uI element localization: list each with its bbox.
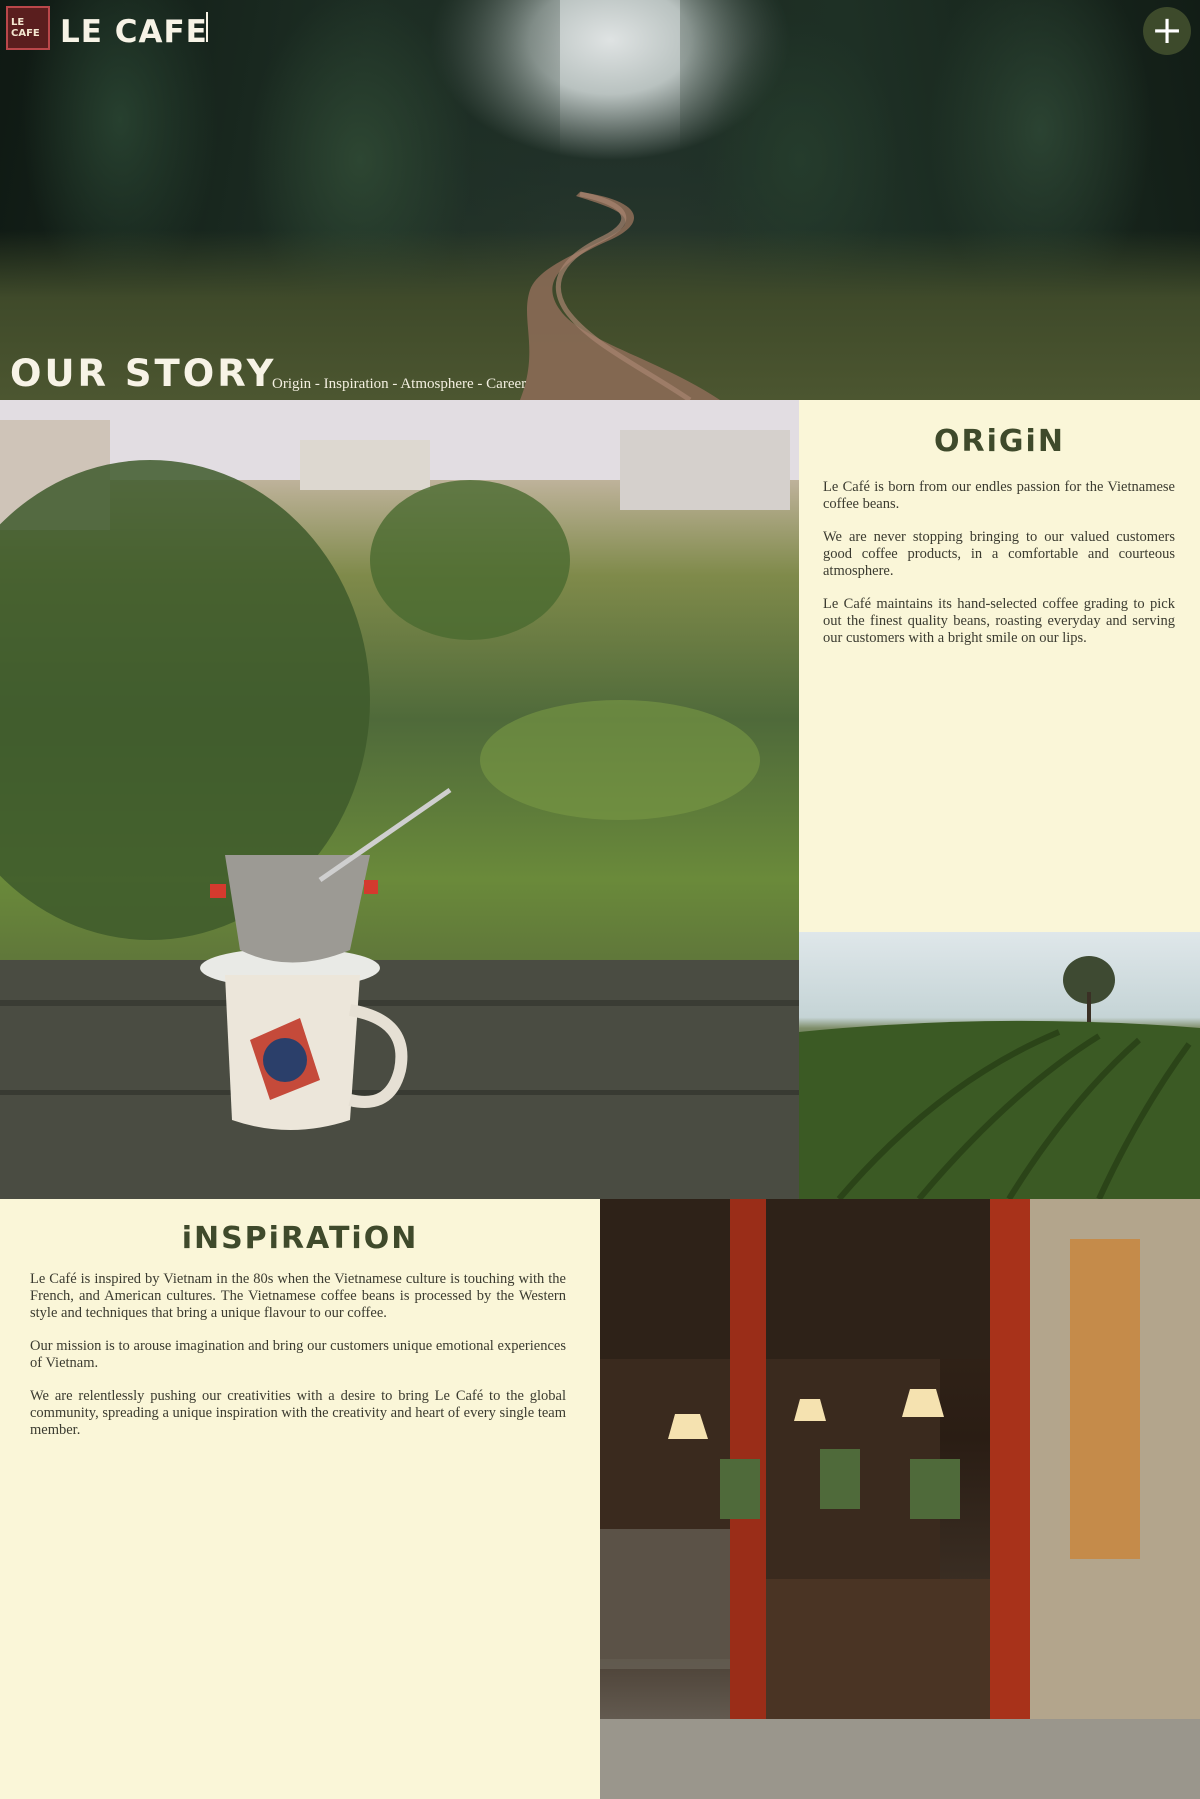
origin-section: ORiGiN Le Café is born from our endles p… — [799, 400, 1200, 932]
nav-separator: - — [311, 376, 324, 392]
origin-paragraph: Le Café maintains its hand-selected coff… — [823, 596, 1175, 646]
coffee-scene-illustration — [0, 400, 799, 1199]
nav-link-atmosphere[interactable]: Atmosphere — [400, 376, 473, 392]
logo-mark[interactable]: LE CAFE — [6, 6, 50, 50]
tea-field-photo — [799, 932, 1200, 1199]
text-cursor — [206, 12, 208, 42]
logo-text[interactable]: LE CAFE — [60, 14, 208, 50]
page-title: OUR STORY — [10, 352, 277, 395]
nav-link-career[interactable]: Career — [486, 376, 526, 392]
inspiration-heading: iNSPiRATiON — [181, 1221, 419, 1256]
nav-separator: - — [388, 376, 401, 392]
inspiration-text: Le Café is inspired by Vietnam in the 80… — [30, 1271, 566, 1455]
origin-text: Le Café is born from our endles passion … — [823, 479, 1175, 663]
coffee-filter-photo — [0, 400, 799, 1199]
nav-link-inspiration[interactable]: Inspiration — [324, 376, 389, 392]
origin-paragraph: Le Café is born from our endles passion … — [823, 479, 1175, 512]
hero-banner: LE CAFE LE CAFE + OUR STORY Origin - Ins… — [0, 0, 1200, 400]
nav-separator: - — [473, 376, 487, 392]
section-nav: Origin - Inspiration - Atmosphere - Care… — [272, 376, 526, 393]
dirt-road-image — [520, 191, 720, 400]
origin-heading: ORiGiN — [934, 424, 1065, 459]
inspiration-paragraph: Le Café is inspired by Vietnam in the 80… — [30, 1271, 566, 1321]
inspiration-paragraph: Our mission is to arouse imagination and… — [30, 1338, 566, 1371]
inspiration-section: iNSPiRATiON Le Café is inspired by Vietn… — [0, 1199, 600, 1799]
inspiration-paragraph: We are relentlessly pushing our creativi… — [30, 1388, 566, 1438]
nav-link-origin[interactable]: Origin — [272, 376, 311, 392]
cafe-interior-illustration — [600, 1199, 1200, 1799]
menu-plus-button[interactable]: + — [1143, 7, 1191, 55]
cafe-interior-photo — [600, 1199, 1200, 1799]
origin-paragraph: We are never stopping bringing to our va… — [823, 529, 1175, 579]
tea-field-illustration — [799, 956, 1200, 1199]
logo-mark-line2: CAFE — [11, 28, 40, 39]
logo-mark-line1: LE — [11, 17, 25, 28]
